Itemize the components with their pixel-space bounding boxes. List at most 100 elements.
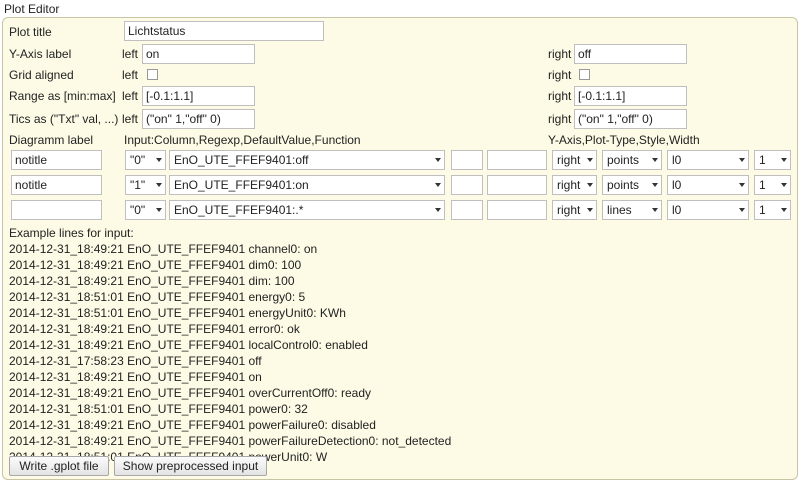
chevron-down-icon [781, 183, 787, 187]
chevron-down-icon [156, 183, 162, 187]
write-gplot-button[interactable]: Write .gplot file [9, 456, 109, 476]
grid-label: Grid aligned [9, 68, 74, 82]
chevron-down-icon [781, 208, 787, 212]
grid-right-prefix: right [548, 68, 572, 82]
range-left-prefix: left [122, 89, 139, 103]
yaxis-left-prefix: left [122, 47, 139, 61]
row1-label-input[interactable] [11, 150, 102, 170]
row2-label-input[interactable] [11, 175, 102, 195]
chevron-down-icon [156, 208, 162, 212]
grid-left-prefix: left [122, 68, 139, 82]
row2-width-value: 1 [759, 178, 766, 192]
example-line: 2014-12-31_18:49:21 EnO_UTE_FFEF9401 ove… [9, 386, 371, 400]
example-heading: Example lines for input: [9, 226, 134, 240]
row1-column-select[interactable]: "0" [125, 150, 166, 170]
row3-regexp-select[interactable]: EnO_UTE_FFEF9401:.* [169, 200, 445, 220]
row3-style-value: l0 [672, 203, 682, 217]
row1-axis-value: right [557, 153, 581, 167]
grid-right-checkbox[interactable] [579, 69, 590, 80]
example-line: 2014-12-31_18:49:21 EnO_UTE_FFEF9401 err… [9, 322, 300, 336]
chevron-down-icon [156, 158, 162, 162]
chevron-down-icon [587, 208, 593, 212]
chevron-down-icon [739, 183, 745, 187]
chevron-down-icon [435, 158, 441, 162]
row3-axis-value: right [557, 203, 581, 217]
row2-plot-type-value: points [607, 178, 640, 192]
row2-column-select[interactable]: "1" [125, 175, 166, 195]
example-line: 2014-12-31_18:51:01 EnO_UTE_FFEF9401 pow… [9, 402, 308, 416]
chevron-down-icon [435, 208, 441, 212]
yaxis-left-input[interactable] [142, 44, 255, 64]
row1-regexp-select[interactable]: EnO_UTE_FFEF9401:off [169, 150, 445, 170]
grid-left-checkbox[interactable] [147, 69, 158, 80]
row3-width-select[interactable]: 1 [754, 200, 791, 220]
row3-axis-select[interactable]: right [552, 200, 597, 220]
tics-right-input[interactable] [574, 109, 687, 129]
example-line: 2014-12-31_18:51:01 EnO_UTE_FFEF9401 ene… [9, 306, 346, 320]
row2-default-input[interactable] [451, 175, 483, 195]
row3-function-input[interactable] [487, 200, 547, 220]
row1-axis-select[interactable]: right [552, 150, 597, 170]
range-right-input[interactable] [574, 86, 687, 106]
row1-style-select[interactable]: l0 [667, 150, 749, 170]
row1-regexp-value: EnO_UTE_FFEF9401:off [174, 153, 309, 167]
row1-width-select[interactable]: 1 [754, 150, 791, 170]
tics-left-input[interactable] [142, 109, 255, 129]
chevron-down-icon [652, 208, 658, 212]
row1-style-value: l0 [672, 153, 682, 167]
example-line: 2014-12-31_18:49:21 EnO_UTE_FFEF9401 on [9, 370, 262, 384]
chevron-down-icon [435, 183, 441, 187]
example-line: 2014-12-31_18:49:21 EnO_UTE_FFEF9401 dim… [9, 274, 295, 288]
plot-editor-panel: Plot title Y-Axis label left right Grid … [2, 17, 798, 480]
row3-label-input[interactable] [11, 200, 102, 220]
row2-function-input[interactable] [487, 175, 547, 195]
plot-title-label: Plot title [9, 25, 52, 39]
chevron-down-icon [781, 158, 787, 162]
example-line: 2014-12-31_18:49:21 EnO_UTE_FFEF9401 pow… [9, 418, 376, 432]
row2-column-value: "1" [130, 178, 146, 192]
chevron-down-icon [652, 158, 658, 162]
range-left-input[interactable] [142, 86, 255, 106]
chevron-down-icon [739, 158, 745, 162]
row3-plot-type-value: lines [607, 203, 632, 217]
chevron-down-icon [739, 208, 745, 212]
yaxis-right-input[interactable] [574, 44, 687, 64]
tics-right-prefix: right [548, 112, 572, 126]
row2-style-select[interactable]: l0 [667, 175, 749, 195]
row1-column-value: "0" [130, 153, 146, 167]
row3-column-select[interactable]: "0" [125, 200, 166, 220]
row2-axis-value: right [557, 178, 581, 192]
row3-plot-type-select[interactable]: lines [602, 200, 662, 220]
row2-width-select[interactable]: 1 [754, 175, 791, 195]
row3-default-input[interactable] [451, 200, 483, 220]
input-header: Input:Column,Regexp,DefaultValue,Functio… [124, 133, 361, 147]
tics-label: Tics as ("Txt" val, ...) [9, 112, 119, 126]
chevron-down-icon [587, 158, 593, 162]
yaxis-label: Y-Axis label [9, 47, 72, 61]
yaxis-right-prefix: right [548, 47, 572, 61]
example-line: 2014-12-31_18:49:21 EnO_UTE_FFEF9401 dim… [9, 258, 302, 272]
example-line: 2014-12-31_18:51:01 EnO_UTE_FFEF9401 ene… [9, 290, 306, 304]
row3-column-value: "0" [130, 203, 146, 217]
chevron-down-icon [587, 183, 593, 187]
row2-regexp-value: EnO_UTE_FFEF9401:on [174, 178, 309, 192]
row2-axis-select[interactable]: right [552, 175, 597, 195]
example-line: 2014-12-31_18:49:21 EnO_UTE_FFEF9401 cha… [9, 242, 318, 256]
row1-plot-type-value: points [607, 153, 640, 167]
row1-default-input[interactable] [451, 150, 483, 170]
yaxis-plot-header: Y-Axis,Plot-Type,Style,Width [548, 133, 700, 147]
row2-regexp-select[interactable]: EnO_UTE_FFEF9401:on [169, 175, 445, 195]
row1-plot-type-select[interactable]: points [602, 150, 662, 170]
show-preprocessed-button[interactable]: Show preprocessed input [114, 456, 267, 476]
row2-plot-type-select[interactable]: points [602, 175, 662, 195]
tics-left-prefix: left [122, 112, 139, 126]
plot-title-input[interactable] [124, 21, 324, 41]
diagramm-label-header: Diagramm label [9, 133, 94, 147]
row3-regexp-value: EnO_UTE_FFEF9401:.* [174, 203, 304, 217]
plot-editor-title: Plot Editor [4, 2, 60, 16]
example-line: 2014-12-31_18:49:21 EnO_UTE_FFEF9401 pow… [9, 434, 452, 448]
row1-function-input[interactable] [487, 150, 547, 170]
row3-style-select[interactable]: l0 [667, 200, 749, 220]
row2-style-value: l0 [672, 178, 682, 192]
range-label: Range as [min:max] [9, 89, 116, 103]
